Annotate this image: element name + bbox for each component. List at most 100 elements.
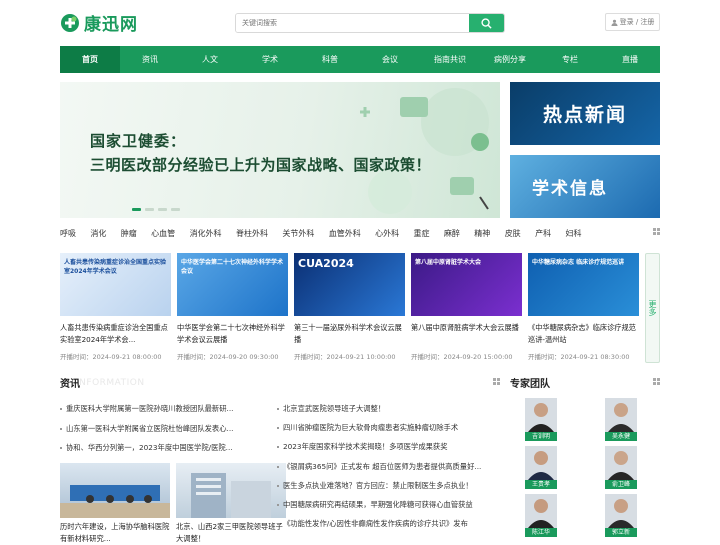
news-item[interactable]: 医生多点执业难落地？官方回应：禁止限制医生多点执业！: [277, 479, 499, 498]
live-thumbnail: 人畜共患传染病重症诊治全国重点实验室2024年学术会议: [60, 253, 171, 316]
news-section-watermark: INFORMATION: [76, 378, 145, 388]
expert-photo: [525, 494, 557, 528]
nav-item-meeting[interactable]: 会议: [360, 46, 420, 73]
picture-news-card[interactable]: 历时六年建设，上海协华脑科医院有新材料研究...: [60, 463, 170, 545]
category-item[interactable]: 心外科: [375, 228, 399, 239]
live-card[interactable]: 第八届中原肾脏学术大会 第八届中原肾脏病学术大会云展播 开播时间：2024-09…: [411, 253, 522, 365]
carousel-dot[interactable]: [158, 208, 167, 211]
site-logo[interactable]: 康迅网: [60, 10, 138, 35]
live-thumb-title: CUA2024: [298, 257, 354, 270]
news-photo: [60, 463, 170, 518]
category-item[interactable]: 精神: [474, 228, 490, 239]
category-item[interactable]: 皮肤: [505, 228, 521, 239]
news-pictures: 历时六年建设，上海协华脑科医院有新材料研究... 北京、山西2家三甲医院领导班子…: [60, 463, 286, 545]
expert-photo: [605, 398, 637, 432]
expert-photo: [605, 494, 637, 528]
category-item[interactable]: 重症: [414, 228, 430, 239]
expert-card[interactable]: 郭立新: [605, 494, 637, 540]
live-card[interactable]: CUA2024 第三十一届泌尿外科学术会议云展播 开播时间：2024-09-21…: [294, 253, 405, 365]
live-card[interactable]: 人畜共患传染病重症诊治全国重点实验室2024年学术会议 人畜共患传染病重症诊治全…: [60, 253, 171, 365]
picture-news-card[interactable]: 北京、山西2家三甲医院领导班子大调整！: [176, 463, 286, 545]
expert-name: 郭立新: [605, 528, 637, 537]
live-thumb-title: 第八届中原肾脏学术大会: [415, 259, 482, 266]
category-item[interactable]: 血管外科: [329, 228, 361, 239]
login-button[interactable]: 登录 / 注册: [605, 13, 660, 31]
nav-item-humanities[interactable]: 人文: [180, 46, 240, 73]
live-card[interactable]: 中华糖尿病杂志 临床诊疗规范巡讲 《中华糖尿病杂志》临床诊疗规范巡讲-温州站 开…: [528, 253, 639, 365]
banner-headline-1: 国家卫健委：: [90, 132, 187, 150]
live-thumbnail: 中华糖尿病杂志 临床诊疗规范巡讲: [528, 253, 639, 316]
live-caption: 中华医学会第二十七次神经外科学学术会议云展播: [177, 323, 285, 344]
search-button[interactable]: [469, 14, 504, 32]
live-thumbnail: CUA2024: [294, 253, 405, 316]
category-item[interactable]: 产科: [535, 228, 551, 239]
expert-card[interactable]: 陈江华: [525, 494, 557, 540]
category-item[interactable]: 心血管: [151, 228, 175, 239]
category-item[interactable]: 妇科: [565, 228, 581, 239]
news-item[interactable]: 中国糖尿病研究再结硕果，早期强化降糖可获得心血管获益: [277, 498, 499, 517]
nav-item-news[interactable]: 资讯: [120, 46, 180, 73]
logo-icon: [61, 13, 79, 32]
news-item[interactable]: 《功能性发作/心因性非癫痫性发作疾病的诊疗共识》发布: [277, 517, 499, 536]
news-item[interactable]: 山东第一医科大学附属省立医院杜怡峰团队发表心...: [60, 422, 270, 442]
carousel-dot[interactable]: [145, 208, 154, 211]
grid-menu-icon[interactable]: [653, 228, 660, 235]
carousel-dots: [132, 208, 180, 211]
expert-name: 王贵孝: [525, 480, 557, 489]
category-item[interactable]: 麻醉: [444, 228, 460, 239]
news-item[interactable]: 协和、华西分列第一，2023年度中国医学院/医院...: [60, 441, 270, 461]
search-input[interactable]: [236, 14, 469, 32]
live-time: 开播时间：2024-09-21 08:00:00: [60, 353, 162, 361]
grid-menu-icon[interactable]: [653, 378, 660, 385]
search-icon: [481, 17, 492, 29]
live-card[interactable]: 中华医学会第二十七次神经外科学学术会议 中华医学会第二十七次神经外科学学术会议云…: [177, 253, 288, 365]
academic-info-banner[interactable]: 学术信息: [510, 155, 660, 218]
grid-menu-icon[interactable]: [493, 378, 500, 385]
banner-headline-2: 三明医改部分经验已上升为国家战略、国家政策！: [90, 156, 432, 174]
hot-news-banner[interactable]: 热点新闻: [510, 82, 660, 145]
nav-item-guidelines[interactable]: 指南共识: [420, 46, 480, 73]
expert-name: 陈江华: [525, 528, 557, 537]
nav-item-column[interactable]: 专栏: [540, 46, 600, 73]
expert-name: 吴永健: [605, 432, 637, 441]
live-time: 开播时间：2024-09-21 08:30:00: [528, 353, 630, 361]
expert-card[interactable]: 吴永健: [605, 398, 637, 444]
expert-card[interactable]: 俞卫峰: [605, 446, 637, 492]
news-item[interactable]: 四川省肿瘤医院为巨大软骨肉瘤患者实施肿瘤切除手术: [277, 421, 499, 440]
nav-item-home[interactable]: 首页: [60, 46, 120, 73]
news-item[interactable]: 北京宣武医院领导班子大调整！: [277, 402, 499, 421]
header: 康迅网 登录 / 注册: [0, 0, 720, 44]
live-thumb-title: 中华糖尿病杂志 临床诊疗规范巡讲: [532, 259, 625, 266]
login-label: 登录 / 注册: [619, 18, 655, 26]
nav-item-science[interactable]: 科普: [300, 46, 360, 73]
news-list-left: 重庆医科大学附属第一医院孙晓川教授团队最新研... 山东第一医科大学附属省立医院…: [60, 402, 270, 461]
category-item[interactable]: 关节外科: [282, 228, 314, 239]
category-item[interactable]: 肿瘤: [121, 228, 137, 239]
carousel-dot[interactable]: [171, 208, 180, 211]
expert-card[interactable]: 吉训明: [525, 398, 557, 444]
news-item[interactable]: 《银屑病365问》正式发布 超百位医师为患者提供高质量好...: [277, 460, 499, 479]
search-box: [235, 13, 505, 33]
hero-banner[interactable]: 国家卫健委： 三明医改部分经验已上升为国家战略、国家政策！: [60, 82, 500, 218]
category-item[interactable]: 呼吸: [60, 228, 76, 239]
live-caption: 《中华糖尿病杂志》临床诊疗规范巡讲-温州站: [528, 323, 636, 344]
carousel-dot[interactable]: [132, 208, 141, 211]
experts-section-title: 专家团队: [510, 379, 550, 390]
news-item[interactable]: 重庆医科大学附属第一医院孙晓川教授团队最新研...: [60, 402, 270, 422]
nav-item-academic[interactable]: 学术: [240, 46, 300, 73]
category-item[interactable]: 消化: [90, 228, 106, 239]
expert-photo: [525, 398, 557, 432]
nav-item-cases[interactable]: 病例分享: [480, 46, 540, 73]
category-item[interactable]: 脊柱外科: [236, 228, 268, 239]
category-item[interactable]: 消化外科: [190, 228, 222, 239]
live-time: 开播时间：2024-09-21 10:00:00: [294, 353, 396, 361]
nav-item-live[interactable]: 直播: [600, 46, 660, 73]
expert-photo: [605, 446, 637, 480]
expert-name: 俞卫峰: [605, 480, 637, 489]
live-caption: 人畜共患传染病重症诊治全国重点实验室2024年学术会...: [60, 323, 168, 344]
news-item[interactable]: 2023年度国家科学技术奖揭晓！多项医学成果获奖: [277, 440, 499, 459]
expert-card[interactable]: 王贵孝: [525, 446, 557, 492]
more-lives-button[interactable]: 更多: [645, 253, 660, 363]
live-caption: 第八届中原肾脏病学术大会云展播: [411, 323, 519, 332]
ceremony-photo-illustration: [60, 485, 170, 518]
